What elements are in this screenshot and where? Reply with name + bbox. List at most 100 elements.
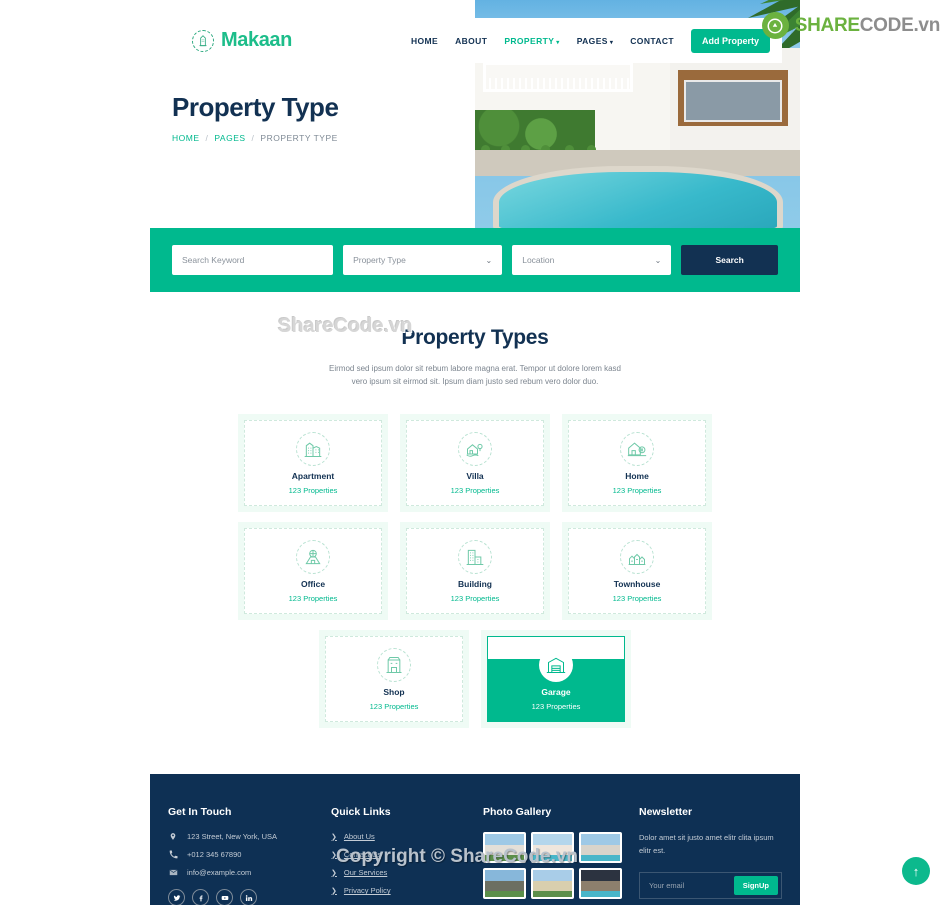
footer-socials [168,889,315,905]
footer-newsletter: Newsletter Dolor amet sit justo amet eli… [631,806,790,905]
main-navbar: Makaan HOME ABOUT PROPERTY ▾ PAGES ▾ CONTA… [176,18,782,63]
footer-phone-row: +012 345 67890 [168,850,315,859]
office-icon [296,539,330,574]
breadcrumb: HOME / PAGES / PROPERTY TYPE [172,133,338,143]
page-header: Property Type HOME / PAGES / PROPERTY TY… [172,92,339,143]
search-keyword-placeholder: Search Keyword [182,255,245,265]
nav-item-property-label: PROPERTY [504,35,555,46]
card-count: 123 Properties [288,485,338,495]
add-property-button[interactable]: Add Property [690,28,770,53]
breadcrumb-item-current: PROPERTY TYPE [260,133,338,143]
footer-column-title: Photo Gallery [483,806,552,819]
property-type-value: Property Type [353,255,406,265]
building-icon [458,539,492,574]
location-select[interactable]: Location ⌄ [512,245,672,275]
property-type-card-inner[interactable]: Shop 123 Properties [325,636,463,723]
search-keyword-input[interactable]: Search Keyword [172,245,334,275]
card-title: Home [625,470,649,481]
nav-item-property[interactable]: PROPERTY ▾ [504,36,559,46]
chevron-right-icon: ❯ [331,833,337,841]
apartment-icon [296,431,330,466]
property-type-card-inner[interactable]: Building 123 Properties [406,528,544,615]
newsletter-email-input[interactable]: Your email [649,881,734,890]
property-type-card[interactable]: Apartment 123 Properties [238,414,388,513]
property-type-card[interactable]: Building 123 Properties [400,522,550,621]
gallery-thumb[interactable] [483,868,526,900]
nav-item-pages[interactable]: PAGES ▾ [577,36,614,46]
nav-item-about[interactable]: ABOUT [455,36,487,46]
site-logo[interactable]: Makaan [192,29,292,52]
signup-button[interactable]: SignUp [733,875,778,895]
property-types-section: Property Types Eirmod sed ipsum dolor si… [150,292,800,729]
gallery-thumb[interactable] [579,868,622,900]
card-title: Townhouse [613,578,661,589]
townhouse-icon [620,539,654,574]
property-type-card-inner[interactable]: Office 123 Properties [244,528,382,615]
watermark-share: SHARE [794,14,860,36]
footer-phone: +012 345 67890 [187,850,242,860]
back-to-top-button[interactable]: ↑ [902,857,930,885]
footer-link-label: About Us [343,832,375,842]
property-types-grid: Apartment 123 Properties Villa 123 Prope… [150,414,800,729]
newsletter-form: Your email SignUp [639,871,782,899]
breadcrumb-item-pages[interactable]: PAGES [214,133,245,143]
property-type-card-inner[interactable]: Apartment 123 Properties [244,420,382,507]
property-type-card[interactable]: Villa 123 Properties [400,414,550,513]
gallery-thumb[interactable] [531,868,574,900]
section-title: Property Types [401,326,549,349]
location-value: Location [522,255,555,265]
chevron-down-icon: ▾ [609,39,614,46]
chevron-down-icon: ▾ [556,39,560,46]
nav-item-home[interactable]: HOME [411,36,438,46]
card-title: Apartment [291,470,335,481]
property-type-card[interactable]: Office 123 Properties [238,522,388,621]
property-type-card[interactable]: Home 123 Properties [562,414,712,513]
card-count: 123 Properties [531,701,581,711]
card-title: Villa [466,470,484,481]
youtube-icon[interactable] [216,889,233,905]
arrow-up-icon: ↑ [912,863,920,879]
property-type-card-inner[interactable]: Home 123 Properties [568,420,706,507]
nav-item-contact[interactable]: CONTACT [630,36,674,46]
breadcrumb-item-home[interactable]: HOME [172,133,200,143]
card-title: Garage [541,686,571,697]
sharecode-watermark-middle: ShareCode.vn [278,315,413,337]
property-type-card-inner[interactable]: Townhouse 123 Properties [568,528,706,615]
footer-email: info@example.com [187,868,252,878]
section-subtitle: Eirmod sed ipsum dolor sit rebum labore … [329,364,621,387]
property-type-card-active[interactable]: Garage 123 Properties [481,630,631,729]
twitter-icon[interactable] [168,889,185,905]
card-title: Building [458,578,492,589]
footer-column-title: Get In Touch [168,806,232,819]
chevron-down-icon: ⌄ [485,255,493,265]
hero-swimming-pool [493,166,783,228]
nav-links: HOME ABOUT PROPERTY ▾ PAGES ▾ CONTACT Add … [411,28,770,53]
property-type-card-inner[interactable]: Villa 123 Properties [406,420,544,507]
card-count: 123 Properties [612,593,662,603]
property-type-card[interactable]: Townhouse 123 Properties [562,522,712,621]
property-type-card[interactable]: Shop 123 Properties [319,630,469,729]
envelope-icon [168,868,178,877]
card-count: 123 Properties [450,485,500,495]
search-button[interactable]: Search [681,245,778,275]
site-footer: Get In Touch 123 Street, New York, USA +… [150,774,800,905]
map-pin-icon [168,832,178,841]
linkedin-icon[interactable] [240,889,257,905]
footer-link-privacy-policy[interactable]: ❯ Privacy Policy [331,886,467,895]
property-type-card-inner[interactable]: Garage 123 Properties [487,636,625,723]
footer-link-our-services[interactable]: ❯ Our Services [331,868,467,877]
footer-address: 123 Street, New York, USA [187,832,278,842]
watermark-code: CODE.vn [859,14,941,36]
footer-address-row: 123 Street, New York, USA [168,832,315,841]
footer-link-about-us[interactable]: ❯ About Us [331,832,467,841]
property-type-select[interactable]: Property Type ⌄ [343,245,503,275]
property-search-bar: Search Keyword Property Type ⌄ Location … [150,228,800,292]
sharecode-logo-icon [761,12,789,39]
gallery-thumb[interactable] [579,832,622,864]
footer-column-title: Quick Links [331,806,391,819]
home-icon [620,431,654,466]
nav-item-pages-label: PAGES [576,35,608,46]
facebook-icon[interactable] [192,889,209,905]
breadcrumb-separator: / [251,133,255,143]
footer-column-title: Newsletter [639,806,693,819]
